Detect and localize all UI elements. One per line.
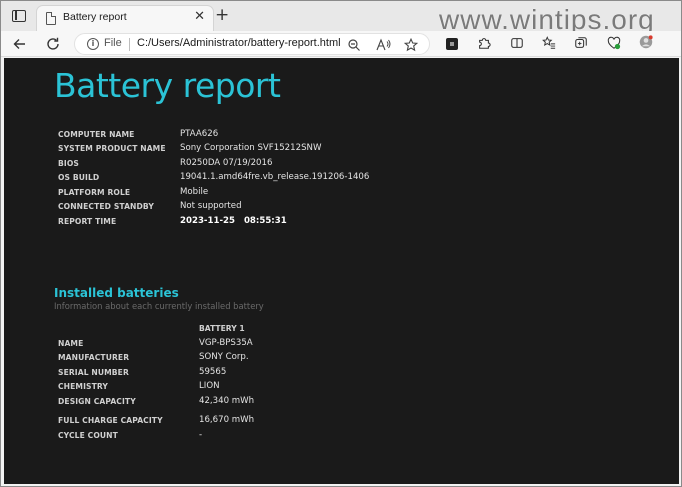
- label-manufacturer: MANUFACTURER: [58, 353, 130, 362]
- value-connected-standby: Not supported: [180, 201, 242, 211]
- installed-batteries-subtitle: Information about each currently install…: [54, 301, 264, 311]
- value-battery-name: VGP-BPS35A: [199, 338, 253, 348]
- label-platform-role: PLATFORM ROLE: [58, 188, 131, 197]
- value-design-capacity: 42,340 mWh: [199, 396, 255, 406]
- label-chemistry: CHEMISTRY: [58, 382, 108, 391]
- value-manufacturer: SONY Corp.: [199, 352, 249, 362]
- address-url[interactable]: C:/Users/Administrator/battery-report.ht…: [137, 37, 341, 49]
- value-chemistry: LION: [199, 381, 220, 391]
- tab-title: Battery report: [63, 11, 127, 23]
- collections-icon[interactable]: [574, 36, 588, 50]
- profile-avatar-icon[interactable]: [639, 35, 653, 49]
- value-serial-number: 59565: [199, 367, 227, 377]
- split-screen-icon[interactable]: [510, 36, 524, 50]
- favorites-icon[interactable]: [542, 36, 556, 50]
- label-os-build: OS BUILD: [58, 173, 100, 182]
- value-os-build: 19041.1.amd64fre.vb_release.191206-1406: [180, 172, 370, 182]
- tab-strip: Battery report ✕ + www.wintips.org: [1, 1, 681, 35]
- label-full-charge-capacity: FULL CHARGE CAPACITY: [58, 416, 163, 425]
- value-computer-name: PTAA626: [180, 129, 219, 139]
- address-divider: [129, 38, 130, 51]
- installed-batteries-heading: Installed batteries: [54, 286, 179, 300]
- browser-window: Battery report ✕ + www.wintips.org i Fil…: [0, 0, 682, 487]
- value-bios: R0250DA 07/19/2016: [180, 158, 273, 168]
- value-platform-role: Mobile: [180, 187, 209, 197]
- extensions-puzzle-icon[interactable]: [477, 36, 491, 50]
- close-tab-button[interactable]: ✕: [194, 9, 205, 25]
- report-page: Battery report COMPUTER NAME PTAA626 SYS…: [4, 58, 679, 484]
- label-serial-number: SERIAL NUMBER: [58, 368, 129, 377]
- document-icon: [46, 12, 56, 25]
- label-connected-standby: CONNECTED STANDBY: [58, 202, 154, 211]
- navigation-toolbar: i File C:/Users/Administrator/battery-re…: [1, 31, 681, 57]
- address-scheme: File: [104, 37, 122, 49]
- value-cycle-count: -: [199, 430, 203, 440]
- favorite-star-icon[interactable]: [404, 38, 418, 52]
- label-cycle-count: CYCLE COUNT: [58, 431, 118, 440]
- back-arrow-icon[interactable]: [11, 36, 29, 52]
- label-design-capacity: DESIGN CAPACITY: [58, 397, 136, 406]
- zoom-icon[interactable]: [347, 38, 361, 52]
- refresh-icon[interactable]: [44, 36, 62, 52]
- tab-battery-report[interactable]: Battery report ✕: [36, 5, 214, 31]
- page-title: Battery report: [54, 66, 281, 105]
- battery-column-header: BATTERY 1: [199, 324, 245, 333]
- label-computer-name: COMPUTER NAME: [58, 130, 135, 139]
- tab-actions-icon[interactable]: [12, 10, 26, 22]
- value-full-charge-capacity: 16,670 mWh: [199, 415, 255, 425]
- value-report-time: 2023-11-25 08:55:31: [180, 216, 287, 226]
- label-system-product-name: SYSTEM PRODUCT NAME: [58, 144, 166, 153]
- value-system-product-name: Sony Corporation SVF15212SNW: [180, 143, 322, 153]
- extension-dark-icon[interactable]: [445, 37, 459, 51]
- info-icon[interactable]: i: [87, 38, 99, 50]
- label-report-time: REPORT TIME: [58, 217, 117, 226]
- read-aloud-icon[interactable]: [376, 38, 392, 52]
- address-bar[interactable]: i File C:/Users/Administrator/battery-re…: [74, 33, 430, 55]
- label-bios: BIOS: [58, 159, 79, 168]
- browser-essentials-icon[interactable]: [607, 36, 621, 50]
- label-battery-name: NAME: [58, 339, 84, 348]
- new-tab-button[interactable]: +: [215, 6, 229, 24]
